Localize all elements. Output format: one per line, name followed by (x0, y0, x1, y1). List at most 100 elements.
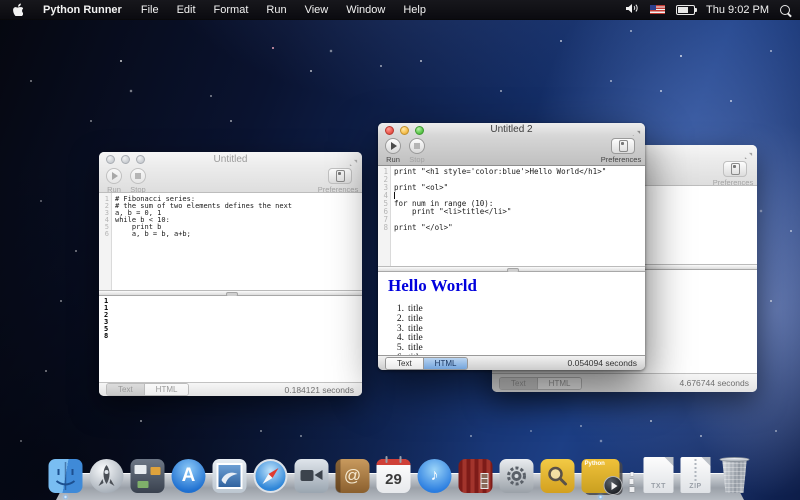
untitled2-titlebar[interactable]: Untitled 2 (378, 123, 645, 136)
play-badge-icon (604, 476, 623, 495)
stop-icon (414, 143, 420, 149)
code-line: 1print "<h1 style='color:blue'>Hello Wor… (378, 168, 645, 176)
output-line: 8 (104, 333, 362, 340)
dock-launchpad-icon[interactable] (90, 459, 124, 493)
zoom-button[interactable] (136, 155, 145, 164)
python-runner-label: Python (585, 461, 605, 467)
dock-txt-file-icon[interactable]: TXT (644, 457, 674, 493)
html-segment-button[interactable]: HTML (144, 384, 189, 395)
code-line: 6 print "<li>title</li>" (378, 208, 645, 216)
output-line: 5 (104, 326, 362, 333)
running-indicator (599, 495, 603, 499)
output-mode-segmented-control: Text HTML (499, 377, 582, 390)
output-mode-segmented-control: Text HTML (106, 383, 189, 396)
menu-view[interactable]: View (296, 4, 338, 16)
output-pane[interactable]: 1 1 2 3 5 8 (99, 296, 362, 386)
window-title: Untitled 2 (490, 124, 532, 135)
close-button[interactable] (106, 155, 115, 164)
preferences-label: Preferences (599, 155, 643, 164)
untitled-titlebar[interactable]: Untitled (99, 152, 362, 166)
volume-icon[interactable] (626, 3, 639, 17)
preferences-button[interactable] (328, 168, 352, 184)
run-button[interactable] (385, 138, 401, 154)
code-line: 3print "<ol>" (378, 184, 645, 192)
dock: A @ 29 (56, 446, 744, 500)
txt-file-label: TXT (651, 483, 666, 490)
dock-itunes-icon[interactable]: ♪ (418, 459, 452, 493)
stop-button[interactable] (130, 168, 146, 184)
dock-zip-file-icon[interactable]: ZIP (681, 457, 711, 493)
dock-finder-icon[interactable] (49, 459, 83, 493)
dock-separator (627, 467, 637, 493)
html-segment-button[interactable]: HTML (423, 358, 468, 369)
spotlight-icon[interactable] (780, 5, 790, 15)
untitled2-footer: Text HTML 0.054094 seconds (378, 355, 645, 370)
window-title: Untitled (214, 154, 248, 165)
preferences-toggle-icon (336, 170, 345, 182)
apple-menu-icon[interactable] (0, 3, 33, 16)
zipper-icon (695, 459, 697, 481)
dock-search-app-icon[interactable] (541, 459, 575, 493)
preferences-button[interactable] (611, 138, 635, 154)
run-duration: 4.676744 seconds (680, 378, 757, 388)
preferences-toggle-icon (619, 140, 628, 152)
run-label: Run (382, 155, 404, 164)
output-line: 1 (104, 305, 362, 312)
code-line: 6 a, b = b, a+b; (99, 231, 362, 238)
dock-mail-icon[interactable] (213, 459, 247, 493)
battery-icon[interactable] (676, 5, 695, 15)
output-mode-segmented-control: Text HTML (385, 357, 468, 370)
text-segment-button[interactable]: Text (107, 384, 144, 395)
text-segment-button[interactable]: Text (500, 378, 537, 389)
dock-facetime-icon[interactable] (295, 459, 329, 493)
menu-run[interactable]: Run (257, 4, 295, 16)
dock-safari-icon[interactable] (254, 459, 288, 493)
running-indicator (64, 495, 68, 499)
dock-mission-control-icon[interactable] (131, 459, 165, 493)
zoom-button[interactable] (415, 126, 424, 135)
menu-app-name[interactable]: Python Runner (33, 4, 132, 16)
traffic-lights (385, 126, 424, 135)
window-untitled-2[interactable]: Untitled 2 Run Stop Preferences 1print "… (378, 123, 645, 370)
output-line: 3 (104, 319, 362, 326)
untitled-footer: Text HTML 0.184121 seconds (99, 382, 362, 396)
html-segment-button[interactable]: HTML (537, 378, 582, 389)
minimize-button[interactable] (121, 155, 130, 164)
close-button[interactable] (385, 126, 394, 135)
menu-bar: Python Runner File Edit Format Run View … (0, 0, 800, 20)
menu-file[interactable]: File (132, 4, 168, 16)
dock-photo-booth-icon[interactable] (459, 459, 493, 493)
text-cursor (394, 192, 395, 199)
rendered-ordered-list: 1.title 2.title 3.title 4.title 5.title … (378, 305, 645, 357)
dock-calendar-icon[interactable]: 29 (377, 459, 411, 493)
menu-edit[interactable]: Edit (168, 4, 205, 16)
dock-address-book-icon[interactable]: @ (336, 459, 370, 493)
minimize-button[interactable] (400, 126, 409, 135)
menu-format[interactable]: Format (205, 4, 258, 16)
preferences-button[interactable] (723, 161, 747, 177)
dock-app-store-icon[interactable]: A (172, 459, 206, 493)
traffic-lights (106, 155, 145, 164)
stop-icon (135, 173, 141, 179)
menu-help[interactable]: Help (394, 4, 435, 16)
output-line: 1 (104, 298, 362, 305)
input-source-flag-icon[interactable] (650, 5, 665, 14)
zip-file-label: ZIP (689, 483, 701, 490)
dock-python-runner-icon[interactable]: Python (582, 459, 620, 493)
menu-clock[interactable]: Thu 9:02 PM (706, 4, 769, 16)
text-segment-button[interactable]: Text (386, 358, 423, 369)
dock-system-preferences-icon[interactable] (500, 459, 534, 493)
output-line: 2 (104, 312, 362, 319)
menu-window[interactable]: Window (337, 4, 394, 16)
code-editor[interactable]: 1print "<h1 style='color:blue'>Hello Wor… (378, 166, 645, 266)
untitled-toolbar: Run Stop Preferences (99, 166, 362, 193)
background-window-footer: Text HTML 4.676744 seconds (492, 373, 757, 392)
run-duration: 0.184121 seconds (285, 385, 362, 395)
html-output-pane[interactable]: Hello World 1.title 2.title 3.title 4.ti… (378, 272, 645, 357)
run-button[interactable] (106, 168, 122, 184)
rendered-heading: Hello World (388, 276, 645, 296)
stop-button[interactable] (409, 138, 425, 154)
window-untitled[interactable]: Untitled Run Stop Preferences 1# Fibonac… (99, 152, 362, 396)
dock-trash-icon[interactable] (718, 455, 752, 493)
code-editor[interactable]: 1# Fibonacci series: 2# the sum of two e… (99, 193, 362, 290)
